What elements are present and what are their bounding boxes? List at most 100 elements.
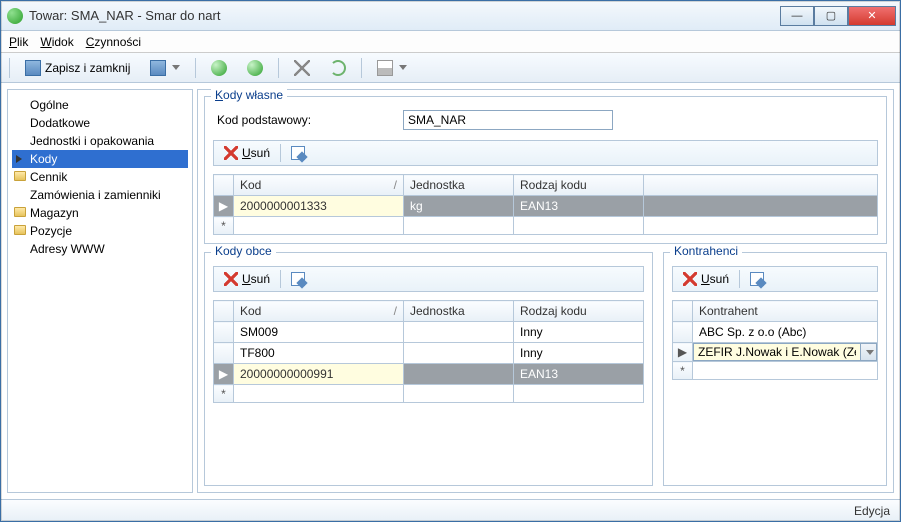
table-new-row[interactable]: * — [214, 217, 878, 235]
delete-icon — [683, 272, 697, 286]
save-and-close-button[interactable]: Zapisz i zamknij — [18, 57, 137, 79]
sidebar-item-pozycje[interactable]: Pozycje — [12, 222, 188, 240]
sidebar-item-cennik[interactable]: Cennik — [12, 168, 188, 186]
back-icon — [211, 60, 227, 76]
cell-rodzaj[interactable]: Inny — [514, 322, 644, 343]
cell-rodzaj[interactable]: EAN13 — [514, 196, 644, 217]
caret-icon — [399, 65, 407, 70]
cell-rodzaj[interactable]: EAN13 — [514, 364, 644, 385]
foreign-codes-grid[interactable]: Kod/ Jednostka Rodzaj kodu SM009 Inny — [213, 300, 644, 403]
basic-code-input[interactable] — [403, 110, 613, 130]
sidebar-item-adresy[interactable]: Adresy WWW — [12, 240, 188, 258]
table-row[interactable]: ▶ 2000000001333 kg EAN13 — [214, 196, 878, 217]
cell-jednostka[interactable] — [404, 322, 514, 343]
caret-icon — [866, 350, 874, 355]
close-button[interactable]: ✕ — [848, 6, 896, 26]
menu-actions[interactable]: Czynności — [86, 35, 141, 49]
col-rodzaj[interactable]: Rodzaj kodu — [514, 175, 644, 196]
minimize-button[interactable]: — — [780, 6, 814, 26]
save-and-close-label: Zapisz i zamknij — [45, 61, 130, 75]
col-kod[interactable]: Kod/ — [234, 301, 404, 322]
sidebar-item-zamowienia[interactable]: Zamówienia i zamienniki — [12, 186, 188, 204]
sidebar-item-magazyn[interactable]: Magazyn — [12, 204, 188, 222]
save-icon — [25, 60, 41, 76]
refresh-icon — [330, 60, 346, 76]
sidebar-item-jednostki[interactable]: Jednostki i opakowania — [12, 132, 188, 150]
statusbar: Edycja — [1, 499, 900, 521]
foreign-codes-delete-button[interactable]: Usuń — [220, 270, 274, 288]
table-row[interactable]: TF800 Inny — [214, 343, 644, 364]
sidebar-item-kody[interactable]: Kody — [12, 150, 188, 168]
forward-icon — [247, 60, 263, 76]
save-button[interactable] — [143, 57, 187, 79]
edit-icon — [750, 272, 764, 286]
cell-jednostka[interactable] — [404, 364, 514, 385]
nav-forward-button[interactable] — [240, 57, 270, 79]
table-row[interactable]: SM009 Inny — [214, 322, 644, 343]
cell-rodzaj[interactable]: Inny — [514, 343, 644, 364]
delete-icon — [224, 272, 238, 286]
col-kod[interactable]: Kod/ — [234, 175, 404, 196]
disk-icon — [150, 60, 166, 76]
cell-jednostka[interactable] — [404, 343, 514, 364]
contractors-delete-button[interactable]: Usuń — [679, 270, 733, 288]
table-row[interactable]: ▶ 20000000000991 EAN13 — [214, 364, 644, 385]
contractor-dropdown-button[interactable] — [861, 343, 877, 361]
menu-view[interactable]: Widok — [40, 35, 73, 49]
menu-file[interactable]: Plik — [9, 35, 28, 49]
col-rodzaj[interactable]: Rodzaj kodu — [514, 301, 644, 322]
group-contractors: Kontrahenci Usuń Kontrahent — [663, 252, 887, 486]
own-codes-grid[interactable]: Kod/ Jednostka Rodzaj kodu ▶ 20000000013… — [213, 174, 878, 235]
own-codes-toolbar: Usuń — [213, 140, 878, 166]
table-new-row[interactable]: * — [214, 385, 644, 403]
col-jednostka[interactable]: Jednostka — [404, 301, 514, 322]
print-button[interactable] — [370, 57, 414, 79]
foreign-codes-edit-button[interactable] — [287, 270, 309, 288]
contractors-edit-button[interactable] — [746, 270, 768, 288]
app-icon — [7, 8, 23, 24]
col-jednostka[interactable]: Jednostka — [404, 175, 514, 196]
maximize-button[interactable]: ▢ — [814, 6, 848, 26]
contractors-grid[interactable]: Kontrahent ABC Sp. z o.o (Abc) ▶ — [672, 300, 878, 380]
toolbar: Zapisz i zamknij — [1, 53, 900, 83]
cell-kod[interactable]: TF800 — [234, 343, 404, 364]
foreign-codes-legend: Kody obce — [211, 244, 276, 258]
cell-kod[interactable]: 2000000001333 — [234, 196, 404, 217]
cell-jednostka[interactable]: kg — [404, 196, 514, 217]
menubar: Plik Widok Czynności — [1, 31, 900, 53]
print-icon — [377, 60, 393, 76]
own-codes-delete-button[interactable]: Usuń — [220, 144, 274, 162]
basic-code-label: Kod podstawowy: — [213, 113, 403, 127]
titlebar: Towar: SMA_NAR - Smar do nart — ▢ ✕ — [1, 1, 900, 31]
folder-icon — [14, 207, 26, 217]
grid-header: Kontrahent — [673, 301, 878, 322]
sidebar-item-dodatkowe[interactable]: Dodatkowe — [12, 114, 188, 132]
refresh-button[interactable] — [323, 57, 353, 79]
group-own-codes: Kody własne Kod podstawowy: Usuń — [204, 96, 887, 244]
tools-icon — [294, 60, 310, 76]
group-foreign-codes: Kody obce Usuń Kod/ Jednost — [204, 252, 653, 486]
status-mode: Edycja — [854, 504, 890, 518]
foreign-codes-toolbar: Usuń — [213, 266, 644, 292]
contractors-legend: Kontrahenci — [670, 244, 742, 258]
cell-kod[interactable]: SM009 — [234, 322, 404, 343]
main-panel: Kody własne Kod podstawowy: Usuń — [197, 89, 894, 493]
caret-icon — [172, 65, 180, 70]
sidebar-item-ogolne[interactable]: Ogólne — [12, 96, 188, 114]
folder-icon — [14, 225, 26, 235]
tools-button[interactable] — [287, 57, 317, 79]
table-row[interactable]: ▶ — [673, 343, 878, 362]
contractors-toolbar: Usuń — [672, 266, 878, 292]
contractor-dropdown-input[interactable] — [693, 343, 861, 361]
edit-icon — [291, 272, 305, 286]
table-new-row[interactable]: * — [673, 362, 878, 380]
col-kontrahent[interactable]: Kontrahent — [693, 301, 878, 322]
grid-header: Kod/ Jednostka Rodzaj kodu — [214, 301, 644, 322]
cell-kod[interactable]: 20000000000991 — [234, 364, 404, 385]
table-row[interactable]: ABC Sp. z o.o (Abc) — [673, 322, 878, 343]
own-codes-edit-button[interactable] — [287, 144, 309, 162]
grid-header: Kod/ Jednostka Rodzaj kodu — [214, 175, 878, 196]
window-title: Towar: SMA_NAR - Smar do nart — [29, 8, 780, 23]
cell-kontrahent[interactable]: ABC Sp. z o.o (Abc) — [693, 322, 878, 343]
nav-back-button[interactable] — [204, 57, 234, 79]
